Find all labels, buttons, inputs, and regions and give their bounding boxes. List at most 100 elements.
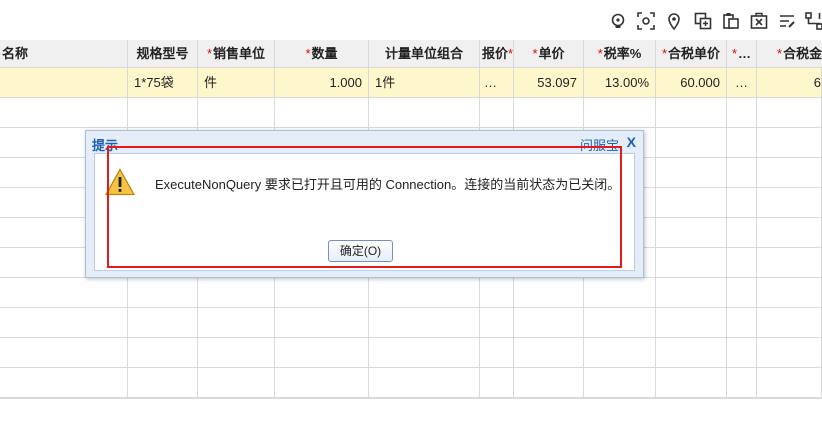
empty-cell[interactable] — [757, 368, 822, 398]
empty-cell[interactable] — [727, 368, 757, 398]
empty-cell[interactable] — [0, 278, 128, 308]
empty-cell[interactable] — [198, 308, 275, 338]
empty-cell[interactable] — [128, 98, 198, 128]
lightbulb-icon[interactable] — [609, 12, 627, 30]
cell-tax-amount[interactable]: 6 — [757, 68, 822, 98]
empty-cell[interactable] — [757, 188, 822, 218]
cell-tax-price[interactable]: 60.000 — [656, 68, 727, 98]
cell-name[interactable] — [0, 68, 128, 98]
empty-cell[interactable] — [0, 308, 128, 338]
col-header-qty[interactable]: *数量 — [275, 40, 369, 68]
empty-cell[interactable] — [727, 188, 757, 218]
col-header-tax-price[interactable]: *合税单价 — [656, 40, 727, 68]
empty-cell[interactable] — [275, 98, 369, 128]
col-header-more[interactable]: *… — [727, 40, 757, 68]
empty-cell[interactable] — [757, 128, 822, 158]
cell-qty[interactable]: 1.000 — [275, 68, 369, 98]
cell-quote[interactable]: … — [480, 68, 514, 98]
empty-cell[interactable] — [656, 308, 727, 338]
empty-cell[interactable] — [369, 368, 480, 398]
help-link[interactable]: 问服宝 — [580, 135, 619, 154]
horizontal-scrollbar[interactable] — [0, 398, 822, 428]
empty-cell[interactable] — [727, 338, 757, 368]
empty-cell[interactable] — [656, 278, 727, 308]
cell-model[interactable]: 1*75袋 — [128, 68, 198, 98]
empty-cell[interactable] — [727, 308, 757, 338]
flow-icon[interactable] — [805, 12, 822, 30]
empty-cell[interactable] — [480, 98, 514, 128]
empty-cell[interactable] — [514, 278, 584, 308]
empty-cell[interactable] — [275, 278, 369, 308]
empty-cell[interactable] — [656, 248, 727, 278]
empty-cell[interactable] — [0, 338, 128, 368]
empty-cell[interactable] — [757, 248, 822, 278]
empty-cell[interactable] — [369, 338, 480, 368]
empty-cell[interactable] — [727, 248, 757, 278]
empty-cell[interactable] — [727, 158, 757, 188]
empty-cell[interactable] — [275, 308, 369, 338]
empty-cell[interactable] — [128, 368, 198, 398]
empty-cell[interactable] — [480, 278, 514, 308]
empty-cell[interactable] — [656, 188, 727, 218]
empty-cell[interactable] — [727, 218, 757, 248]
empty-cell[interactable] — [757, 98, 822, 128]
col-header-name[interactable]: 名称 — [0, 40, 128, 68]
empty-cell[interactable] — [369, 308, 480, 338]
empty-cell[interactable] — [198, 338, 275, 368]
close-button[interactable]: X — [627, 134, 636, 150]
col-header-sales-unit[interactable]: *销售单位 — [198, 40, 275, 68]
cell-more[interactable]: … — [727, 68, 757, 98]
empty-cell[interactable] — [584, 278, 656, 308]
col-header-tax-rate[interactable]: *税率% — [584, 40, 656, 68]
empty-cell[interactable] — [727, 128, 757, 158]
empty-cell[interactable] — [727, 98, 757, 128]
paste-icon[interactable] — [722, 12, 740, 30]
empty-cell[interactable] — [128, 278, 198, 308]
empty-cell[interactable] — [584, 98, 656, 128]
empty-cell[interactable] — [514, 98, 584, 128]
empty-cell[interactable] — [757, 308, 822, 338]
empty-cell[interactable] — [584, 368, 656, 398]
cell-price[interactable]: 53.097 — [514, 68, 584, 98]
empty-cell[interactable] — [514, 308, 584, 338]
empty-cell[interactable] — [757, 338, 822, 368]
cell-unit-combo[interactable]: 1件 — [369, 68, 480, 98]
empty-cell[interactable] — [757, 278, 822, 308]
empty-cell[interactable] — [198, 368, 275, 398]
location-icon[interactable] — [665, 12, 683, 30]
col-header-tax-amount[interactable]: *合税金 — [757, 40, 822, 68]
scan-icon[interactable] — [637, 12, 655, 30]
empty-cell[interactable] — [128, 338, 198, 368]
col-header-unit-combo[interactable]: 计量单位组合 — [369, 40, 480, 68]
col-header-quote[interactable]: 报价* — [480, 40, 514, 68]
empty-cell[interactable] — [656, 98, 727, 128]
empty-cell[interactable] — [480, 368, 514, 398]
empty-cell[interactable] — [656, 338, 727, 368]
empty-cell[interactable] — [198, 98, 275, 128]
empty-cell[interactable] — [584, 338, 656, 368]
empty-cell[interactable] — [480, 338, 514, 368]
empty-cell[interactable] — [275, 368, 369, 398]
empty-cell[interactable] — [480, 308, 514, 338]
cell-sales-unit[interactable]: 件 — [198, 68, 275, 98]
empty-cell[interactable] — [0, 98, 128, 128]
cell-tax-rate[interactable]: 13.00% — [584, 68, 656, 98]
empty-cell[interactable] — [656, 158, 727, 188]
ok-button[interactable]: 确定(O) — [328, 240, 393, 262]
empty-cell[interactable] — [128, 308, 198, 338]
empty-cell[interactable] — [757, 158, 822, 188]
empty-cell[interactable] — [369, 278, 480, 308]
empty-cell[interactable] — [656, 128, 727, 158]
edit-icon[interactable] — [778, 12, 796, 30]
empty-cell[interactable] — [656, 368, 727, 398]
empty-cell[interactable] — [275, 338, 369, 368]
col-header-price[interactable]: *单价 — [514, 40, 584, 68]
empty-cell[interactable] — [584, 308, 656, 338]
copy-icon[interactable] — [694, 12, 712, 30]
empty-cell[interactable] — [656, 218, 727, 248]
empty-cell[interactable] — [727, 278, 757, 308]
empty-cell[interactable] — [514, 338, 584, 368]
empty-cell[interactable] — [757, 218, 822, 248]
empty-cell[interactable] — [369, 98, 480, 128]
empty-cell[interactable] — [514, 368, 584, 398]
